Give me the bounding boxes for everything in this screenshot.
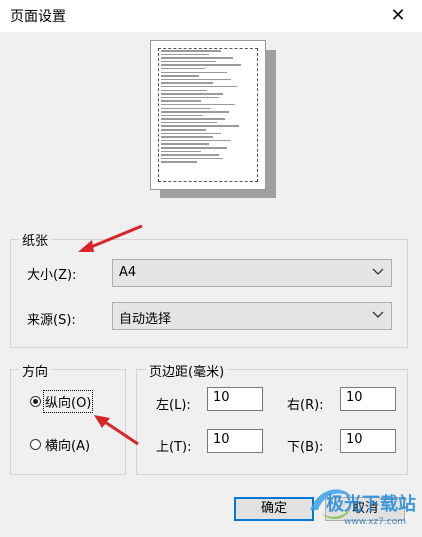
left-margin-input[interactable]: 10 [207,387,263,411]
preview-line [161,96,219,99]
preview-line [161,64,241,66]
preview-line [161,147,227,149]
preview-line [161,103,235,106]
preview-line [161,93,223,95]
preview-line [161,60,216,63]
preview-line [161,118,225,120]
preview-line [161,67,205,70]
landscape-radio-option[interactable]: 横向(A) [30,435,90,454]
annotation-arrow-portrait [94,415,139,446]
preview-text-lines [161,50,251,180]
preview-line [161,154,219,156]
preview-line [161,125,239,127]
preview-line [161,50,221,52]
preview-line [161,78,231,81]
preview-line [161,114,203,117]
preview-line [161,132,221,135]
page-preview [150,40,266,190]
size-label: 大小(Z): [27,268,77,283]
preview-line [161,111,229,113]
preview-line [161,150,201,153]
annotation-arrow-paper [78,224,143,252]
preview-line [161,71,227,74]
watermark-url: www.xz7.com [344,517,406,527]
preview-line [161,53,209,56]
margins-group-label: 页边距(毫米) [146,361,228,380]
close-icon[interactable]: ✕ [380,0,416,32]
landscape-radio-label: 横向(A) [45,439,91,454]
portrait-radio[interactable] [30,396,41,407]
top-margin-input[interactable]: 10 [207,429,263,453]
preview-line [161,85,237,88]
preview-line [161,100,201,102]
site-watermark: 极光下载站 www.xz7.com [300,480,420,530]
paper-group-label: 纸张 [19,230,52,249]
preview-line [161,57,233,59]
left-margin-label: 左(L): [156,398,191,413]
title-bar: 页面设置 ✕ [0,0,422,32]
bottom-margin-input[interactable]: 10 [340,429,396,453]
source-select[interactable]: 自动选择 [112,302,392,330]
size-select[interactable]: A4 [112,259,392,287]
top-margin-label: 上(T): [156,440,192,455]
chevron-down-icon [372,268,384,275]
chevron-down-icon [372,311,384,318]
landscape-radio[interactable] [30,439,41,450]
right-margin-label: 右(R): [287,398,324,413]
source-label: 来源(S): [27,313,76,328]
window-title: 页面设置 [10,9,66,25]
portrait-radio-label: 纵向(O) [42,390,94,413]
preview-line [161,139,231,142]
source-select-value: 自动选择 [119,312,172,327]
preview-line [161,161,197,163]
preview-line [161,82,213,84]
size-select-value: A4 [119,265,137,280]
preview-line [161,75,199,77]
preview-line [161,143,209,145]
preview-line [161,129,206,131]
margins-group [136,369,408,475]
preview-line [161,121,217,124]
preview-line [161,89,207,92]
preview-line [161,107,211,109]
right-margin-input[interactable]: 10 [340,387,396,411]
portrait-radio-option[interactable]: 纵向(O) [30,390,94,413]
orientation-group-label: 方向 [19,361,52,380]
bottom-margin-label: 下(B): [287,440,324,455]
preview-line [161,157,223,160]
watermark-text: 极光下载站 [326,493,416,515]
preview-line [161,136,213,138]
